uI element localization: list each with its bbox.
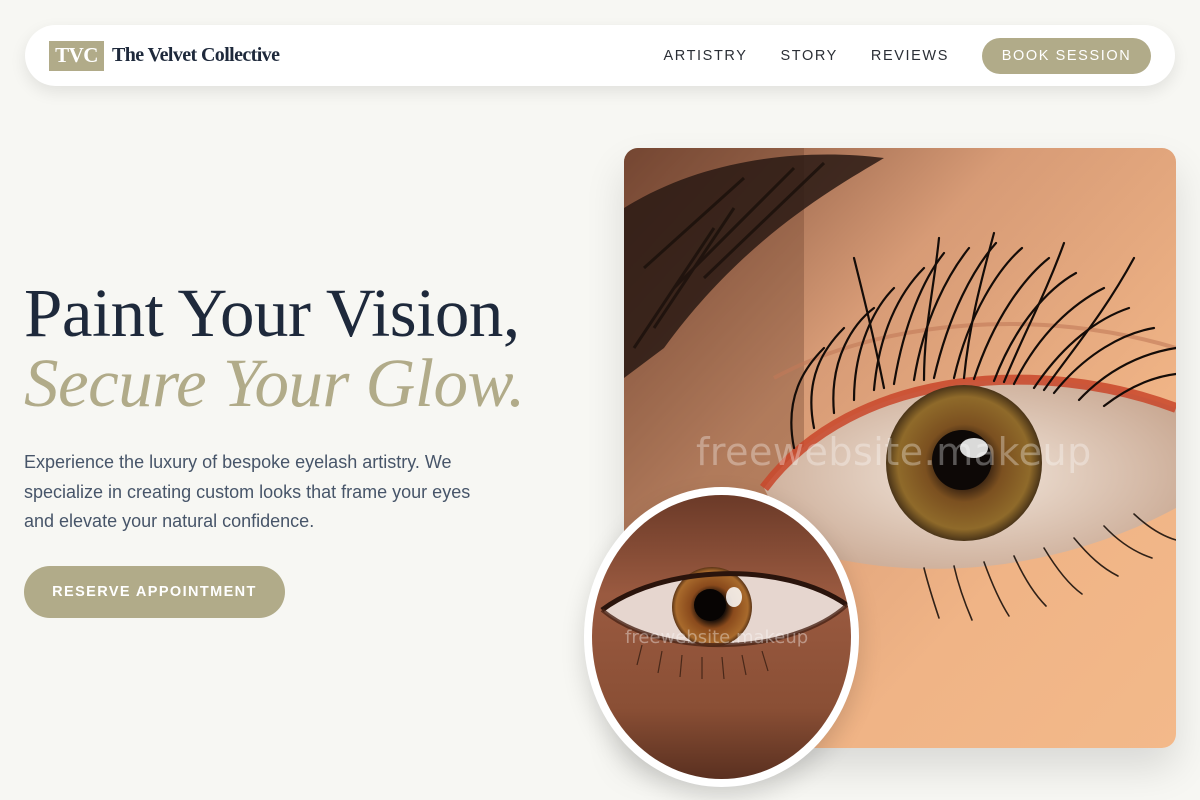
nav-link-artistry[interactable]: ARTISTRY [664,48,748,64]
nav-link-story[interactable]: STORY [780,48,837,64]
nav-links: ARTISTRY STORY REVIEWS BOOK SESSION [664,37,1151,74]
inset-eye-image: freewebsite.makeup [584,487,859,787]
book-session-button[interactable]: BOOK SESSION [982,37,1151,74]
hero-title: Paint Your Vision, Secure Your Glow. [24,278,604,418]
navbar: TVC The Velvet Collective ARTISTRY STORY… [25,25,1175,86]
brand-logo[interactable]: TVC The Velvet Collective [49,40,280,71]
hero-description: Experience the luxury of bespoke eyelash… [24,452,471,531]
brand-monogram: TVC [49,40,104,71]
inset-eye-photo: freewebsite.makeup [592,495,851,779]
hero-title-line2: Secure Your Glow. [24,345,525,421]
reserve-appointment-button[interactable]: RESERVE APPOINTMENT [24,566,285,618]
main-image-watermark: freewebsite.makeup [696,430,1092,474]
nav-link-reviews[interactable]: REVIEWS [871,48,949,64]
hero-title-line1: Paint Your Vision, [24,275,520,351]
inset-image-watermark: freewebsite.makeup [625,627,809,648]
brand-name: The Velvet Collective [112,44,280,66]
